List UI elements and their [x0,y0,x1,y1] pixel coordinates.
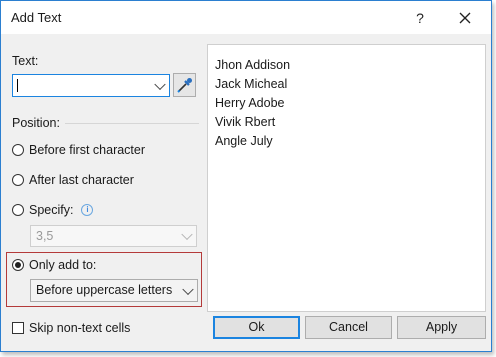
radio-label: Specify: [29,203,74,217]
eyedropper-icon [177,78,192,93]
checkbox-label: Skip non-text cells [29,321,131,335]
text-input[interactable] [12,74,170,97]
chevron-down-icon [181,228,193,241]
list-item: Jack Micheal [215,77,288,91]
radio-label: Before first character [29,143,146,157]
specify-combo: 3,5 [30,225,197,247]
add-text-dialog: Add Text ? Text: Position: Before first … [0,0,492,352]
specify-value: 3,5 [36,229,54,243]
only-add-to-value: Before uppercase letters [36,283,173,297]
radio-circle [12,204,24,216]
close-icon [459,12,471,24]
list-item: Jhon Addison [215,58,291,72]
text-cursor [17,79,18,92]
skip-non-text-checkbox[interactable]: Skip non-text cells [12,321,130,335]
title-bar: Add Text ? [1,1,491,34]
radio-only-add-to[interactable]: Only add to: [12,258,96,272]
position-label: Position: [12,116,60,130]
list-item: Herry Adobe [215,96,285,110]
close-button[interactable] [450,4,480,32]
insert-special-char-button[interactable] [173,73,196,97]
apply-button[interactable]: Apply [397,316,486,339]
radio-label: After last character [29,173,134,187]
radio-before-first-character[interactable]: Before first character [12,143,145,157]
dialog-title: Add Text [11,10,62,25]
info-icon[interactable]: i [81,204,94,216]
radio-specify[interactable]: Specify: i [12,203,94,217]
checkbox-box [12,322,24,334]
position-group-line [65,123,199,124]
radio-label: Only add to: [29,258,97,272]
radio-after-last-character[interactable]: After last character [12,173,134,187]
list-item: Angle July [215,134,273,148]
ok-button[interactable]: Ok [213,316,300,339]
help-button[interactable]: ? [405,4,435,32]
list-item: Vivik Rbert [215,115,276,129]
chevron-down-icon [154,78,166,90]
preview-list: Jhon Addison Jack Micheal Herry Adobe Vi… [207,44,486,312]
text-label: Text: [12,54,39,68]
cancel-button[interactable]: Cancel [305,316,392,339]
radio-circle [12,174,24,186]
only-add-to-combo[interactable]: Before uppercase letters [30,279,198,302]
radio-circle [12,144,24,156]
chevron-down-icon [182,283,194,295]
radio-circle-selected [12,259,24,271]
